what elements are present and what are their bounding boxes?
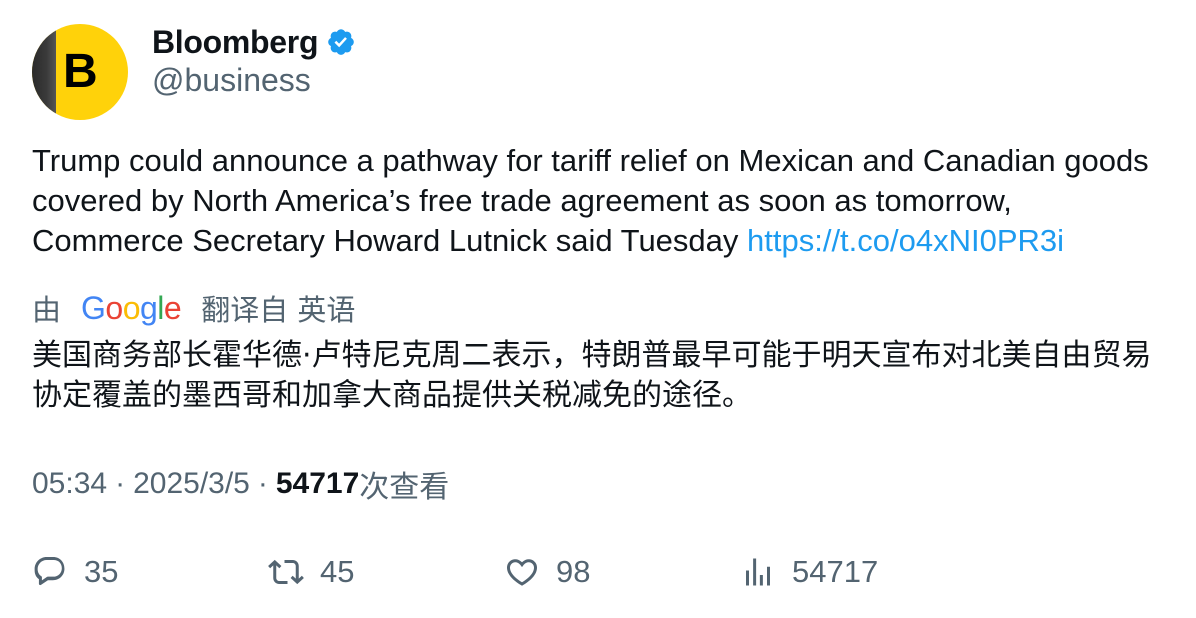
author-handle[interactable]: @business — [152, 62, 311, 99]
tweet-text: Trump could announce a pathway for tarif… — [32, 141, 1172, 261]
author-name-row: Bloomberg — [152, 22, 356, 62]
verified-badge-icon[interactable] — [326, 27, 356, 57]
like-button[interactable]: 98 — [504, 550, 590, 594]
avatar-letter: B — [63, 45, 98, 98]
views-label: 次查看 — [359, 470, 450, 505]
tweet-link[interactable]: https://t.co/o4xNI0PR3i — [747, 223, 1064, 258]
translation-attribution: 由 Google 翻译自 英语 — [32, 287, 355, 329]
display-name[interactable]: Bloomberg — [152, 24, 319, 61]
avatar-shade — [32, 24, 56, 120]
translation-prefix: 由 — [32, 293, 62, 327]
tweet-time[interactable]: 05:34 — [32, 467, 107, 501]
tweet-card: B Bloomberg @business Trump could announ… — [0, 0, 1196, 618]
views-count: 54717 — [275, 467, 360, 500]
reply-icon — [34, 557, 65, 586]
avatar[interactable]: B — [32, 24, 128, 120]
action-bar: 35 45 98 54717 — [32, 550, 1172, 594]
heart-icon — [506, 559, 538, 586]
tweet-meta: 05:34 · 2025/3/5 · 54717 次查看 — [32, 464, 450, 505]
retweet-icon — [268, 559, 304, 585]
like-count: 98 — [556, 554, 591, 589]
translation-suffix: 翻译自 英语 — [201, 293, 356, 327]
google-logo: Google — [81, 289, 182, 326]
retweet-count: 45 — [320, 554, 355, 589]
retweet-button[interactable]: 45 — [268, 550, 354, 594]
tweet-date[interactable]: 2025/3/5 — [133, 467, 250, 501]
analytics-icon — [746, 558, 770, 586]
reply-button[interactable]: 35 — [32, 550, 118, 594]
views-button[interactable]: 54717 — [740, 550, 878, 594]
meta-separator: · — [257, 467, 268, 500]
translated-text: 美国商务部长霍华德·卢特尼克周二表示，特朗普最早可能于明天宣布对北美自由贸易协定… — [32, 338, 1152, 413]
meta-separator: · — [115, 467, 126, 500]
reply-count: 35 — [84, 554, 119, 589]
views-action-count: 54717 — [792, 554, 879, 589]
